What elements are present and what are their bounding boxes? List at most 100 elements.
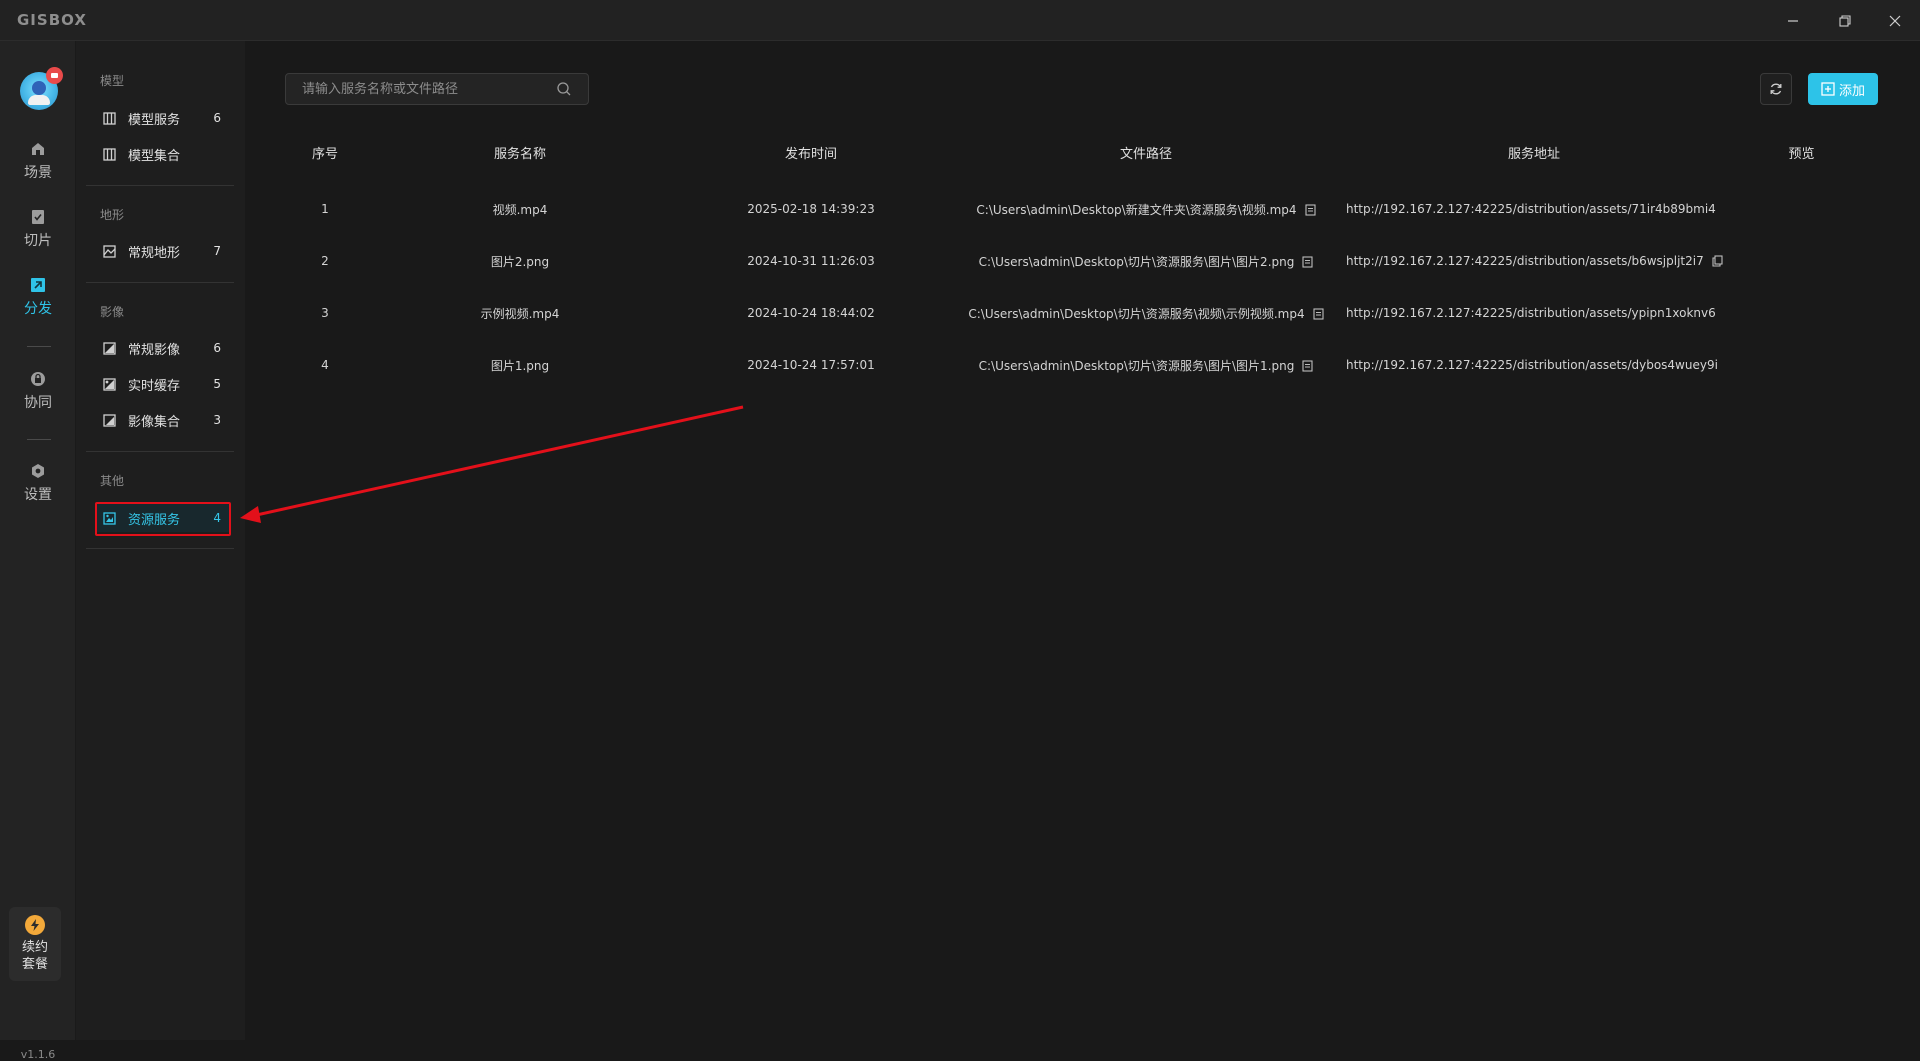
rail-item-settings[interactable]: 设置 <box>0 462 76 518</box>
cell-index: 4 <box>321 358 329 372</box>
category-item-model-service[interactable]: 模型服务 6 <box>96 104 231 132</box>
rail-item-distribute[interactable]: 分发 <box>0 276 76 332</box>
category-item-model-collection[interactable]: 模型集合 <box>96 140 231 168</box>
column-header-time: 发布时间 <box>784 146 837 162</box>
scene-icon <box>29 140 47 158</box>
minimize-icon <box>1788 19 1798 22</box>
cell-preview <box>1723 235 1880 287</box>
table-row[interactable]: 2 图片2.png 2024-10-31 11:26:03 C:\Users\a… <box>285 235 1880 287</box>
search-input[interactable] <box>286 74 556 104</box>
category-item-count: 6 <box>213 341 221 355</box>
cell-path: C:\Users\admin\Desktop\切片\资源服务\图片\图片1.pn… <box>947 339 1345 391</box>
category-item-label: 模型集合 <box>128 148 181 164</box>
category-item-count: 5 <box>213 377 221 391</box>
resource-table: 序号 服务名称 发布时间 文件路径 服务地址 预览 1 视频.mp4 2025-… <box>285 121 1880 391</box>
cell-time: 2024-10-24 17:57:01 <box>747 358 875 372</box>
copy-path-icon[interactable] <box>1302 359 1313 372</box>
cell-path: C:\Users\admin\Desktop\切片\资源服务\图片\图片2.pn… <box>947 235 1345 287</box>
category-item-label: 实时缓存 <box>128 378 181 394</box>
avatar[interactable] <box>20 67 63 110</box>
category-item-label: 常规影像 <box>128 342 181 358</box>
path-text: C:\Users\admin\Desktop\切片\资源服务\视频\示例视频.m… <box>968 306 1305 321</box>
category-divider <box>86 548 234 549</box>
lightning-icon <box>25 915 45 935</box>
cell-url: http://192.167.2.127:42225/distribution/… <box>1345 235 1723 287</box>
rail-item-label: 场景 <box>24 165 52 181</box>
category-item-count: 6 <box>213 111 221 125</box>
group-title-imagery: 影像 <box>100 305 125 319</box>
category-item-imagery-collection[interactable]: 影像集合 3 <box>96 406 231 434</box>
rail-divider <box>27 439 51 440</box>
notification-badge-icon[interactable] <box>46 67 63 84</box>
category-divider <box>86 451 234 452</box>
column-header-preview: 预览 <box>1788 146 1815 162</box>
cell-time: 2024-10-31 11:26:03 <box>747 254 875 268</box>
imagery-icon <box>102 341 116 355</box>
group-title-model: 模型 <box>100 74 125 88</box>
rail-item-slice[interactable]: 切片 <box>0 208 76 264</box>
title-bar: GISBOX <box>0 0 1920 41</box>
close-button[interactable] <box>1872 0 1918 41</box>
minimize-button[interactable] <box>1770 0 1816 41</box>
url-text: http://192.167.2.127:42225/distribution/… <box>1346 358 1718 372</box>
restore-button[interactable] <box>1822 0 1868 41</box>
add-button[interactable]: 添加 <box>1808 73 1878 105</box>
category-item-label: 模型服务 <box>128 112 181 128</box>
cell-preview <box>1723 339 1880 391</box>
copy-path-icon[interactable] <box>1302 255 1313 268</box>
avatar-body <box>28 95 50 105</box>
table-row[interactable]: 1 视频.mp4 2025-02-18 14:39:23 C:\Users\ad… <box>285 183 1880 235</box>
column-header-index: 序号 <box>311 146 338 162</box>
cell-path: C:\Users\admin\Desktop\新建文件夹\资源服务\视频.mp4 <box>947 183 1345 235</box>
renew-label-line1: 续约 <box>21 940 48 955</box>
category-divider <box>86 282 234 283</box>
rail-item-scene[interactable]: 场景 <box>0 140 76 196</box>
copy-path-icon[interactable] <box>1313 307 1324 320</box>
cell-url: http://192.167.2.127:42225/distribution/… <box>1345 339 1723 391</box>
cell-name: 图片2.png <box>490 254 550 269</box>
url-text: http://192.167.2.127:42225/distribution/… <box>1346 202 1716 216</box>
url-text: http://192.167.2.127:42225/distribution/… <box>1346 306 1716 320</box>
category-item-imagery[interactable]: 常规影像 6 <box>96 334 231 362</box>
rail-item-label: 分发 <box>24 301 52 317</box>
cell-url: http://192.167.2.127:42225/distribution/… <box>1345 287 1723 339</box>
avatar-face <box>32 81 46 95</box>
category-divider <box>86 185 234 186</box>
cell-index: 2 <box>321 254 329 268</box>
group-title-terrain: 地形 <box>100 208 125 222</box>
column-header-path: 文件路径 <box>1119 146 1172 162</box>
search-box <box>285 73 589 105</box>
path-text: C:\Users\admin\Desktop\切片\资源服务\图片\图片2.pn… <box>978 254 1295 269</box>
app-logo: GISBOX <box>17 11 87 29</box>
collaborate-icon <box>29 370 47 388</box>
copy-url-icon[interactable] <box>1712 255 1723 267</box>
model-icon <box>102 111 116 125</box>
cell-path: C:\Users\admin\Desktop\切片\资源服务\视频\示例视频.m… <box>947 287 1345 339</box>
cell-time: 2025-02-18 14:39:23 <box>747 202 875 216</box>
column-header-url: 服务地址 <box>1507 146 1560 162</box>
nav-rail: 场景 切片 分发 协同 设置 续约 套餐 v1.1.6 <box>0 41 76 1061</box>
add-icon <box>1821 82 1835 96</box>
cell-url: http://192.167.2.127:42225/distribution/… <box>1345 183 1723 235</box>
refresh-icon <box>1770 83 1782 95</box>
cell-preview <box>1723 183 1880 235</box>
rail-item-collaborate[interactable]: 协同 <box>0 370 76 426</box>
cell-index: 1 <box>321 202 329 216</box>
path-text: C:\Users\admin\Desktop\新建文件夹\资源服务\视频.mp4 <box>976 202 1297 217</box>
category-item-terrain[interactable]: 常规地形 7 <box>96 237 231 265</box>
rail-divider <box>27 346 51 347</box>
search-icon[interactable] <box>556 81 572 97</box>
app-version: v1.1.6 <box>20 1048 56 1061</box>
renew-plan-button[interactable]: 续约 套餐 <box>9 907 61 981</box>
terrain-icon <box>102 244 116 258</box>
copy-path-icon[interactable] <box>1305 203 1316 216</box>
table-row[interactable]: 4 图片1.png 2024-10-24 17:57:01 C:\Users\a… <box>285 339 1880 391</box>
close-icon <box>1889 15 1901 26</box>
cell-preview <box>1723 287 1880 339</box>
cell-name: 图片1.png <box>490 358 550 373</box>
table-row[interactable]: 3 示例视频.mp4 2024-10-24 18:44:02 C:\Users\… <box>285 287 1880 339</box>
table-header-row: 序号 服务名称 发布时间 文件路径 服务地址 预览 <box>285 121 1880 183</box>
category-item-realtime-cache[interactable]: 实时缓存 5 <box>96 370 231 398</box>
rail-item-label: 协同 <box>24 395 52 411</box>
refresh-button[interactable] <box>1760 73 1792 105</box>
